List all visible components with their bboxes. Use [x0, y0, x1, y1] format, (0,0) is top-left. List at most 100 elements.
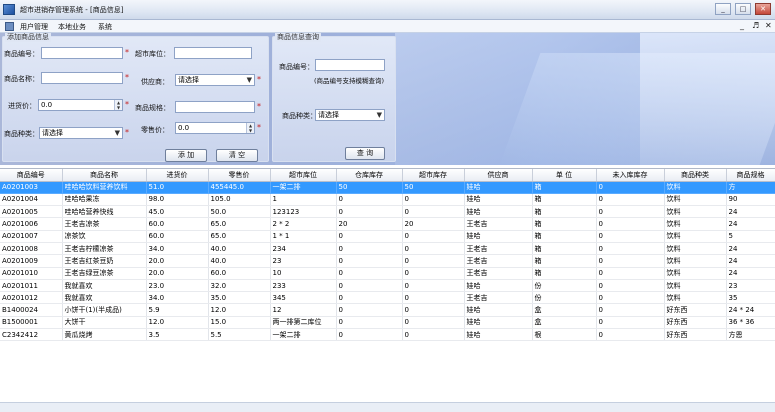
- table-cell[interactable]: 15.0: [208, 316, 271, 330]
- table-cell[interactable]: 234: [270, 242, 337, 256]
- table-cell[interactable]: 0: [596, 291, 665, 305]
- table-cell[interactable]: 箱: [532, 254, 597, 268]
- column-header[interactable]: 超市库位: [270, 169, 337, 182]
- table-cell[interactable]: 40.0: [208, 254, 271, 268]
- table-cell[interactable]: A0201008: [0, 242, 63, 256]
- table-cell[interactable]: 0: [336, 242, 403, 256]
- table-cell[interactable]: 盒: [532, 316, 597, 330]
- table-row[interactable]: A0201008 王老吉柠檬凉茶 34.0 40.0 234 0 0 王老吉箱 0 饮料 24: [0, 242, 775, 256]
- stepper-arrows-icon[interactable]: ▲ ▼: [114, 100, 122, 110]
- table-cell[interactable]: 0: [596, 217, 665, 231]
- table-cell[interactable]: 方: [726, 181, 775, 194]
- table-cell[interactable]: 5: [726, 230, 775, 243]
- table-cell[interactable]: 60.0: [146, 230, 209, 243]
- table-cell[interactable]: 5.9: [146, 303, 209, 317]
- query-category-select[interactable]: 请选择 ▼: [315, 109, 385, 121]
- table-cell[interactable]: 王老吉: [464, 267, 533, 280]
- table-cell[interactable]: 王老吉: [464, 291, 533, 305]
- table-cell[interactable]: 娃哈: [464, 316, 533, 330]
- table-cell[interactable]: 65.0: [208, 217, 271, 231]
- table-cell[interactable]: 24: [726, 267, 775, 280]
- table-cell[interactable]: A0201003: [0, 181, 63, 194]
- product-name-input[interactable]: [41, 72, 123, 84]
- column-header[interactable]: 供应商: [464, 169, 533, 182]
- column-header[interactable]: 进货价: [146, 169, 209, 182]
- table-cell[interactable]: 3.5: [146, 328, 209, 342]
- table-cell[interactable]: 65.0: [208, 230, 271, 243]
- table-cell[interactable]: 0: [336, 316, 403, 330]
- table-cell[interactable]: 2 * 2: [270, 217, 337, 231]
- table-cell[interactable]: 24 * 24: [726, 303, 775, 317]
- table-cell[interactable]: 0: [402, 205, 465, 219]
- column-header[interactable]: 商品名称: [62, 169, 147, 182]
- table-cell[interactable]: 王老吉红茶豆奶: [62, 254, 147, 268]
- table-cell[interactable]: 一架二排: [270, 328, 337, 342]
- table-cell[interactable]: 50.0: [208, 205, 271, 219]
- category-select[interactable]: 请选择 ▼: [39, 127, 123, 139]
- table-cell[interactable]: 0: [596, 193, 665, 207]
- column-header[interactable]: 商品种类: [664, 169, 727, 182]
- table-cell[interactable]: 盒: [532, 303, 597, 317]
- table-cell[interactable]: 好东西: [664, 303, 727, 317]
- maximize-button[interactable]: □: [735, 3, 751, 15]
- shelf-input[interactable]: [174, 47, 252, 59]
- table-cell[interactable]: 0: [596, 230, 665, 243]
- table-cell[interactable]: 饮料: [664, 267, 727, 280]
- table-cell[interactable]: 0: [402, 267, 465, 280]
- column-header[interactable]: 超市库存: [402, 169, 465, 182]
- table-cell[interactable]: 好东西: [664, 328, 727, 342]
- table-cell[interactable]: 34.0: [146, 242, 209, 256]
- table-cell[interactable]: 箱: [532, 181, 597, 194]
- table-cell[interactable]: 黄瓜烧烤: [62, 328, 147, 342]
- table-cell[interactable]: 10: [270, 267, 337, 280]
- column-header[interactable]: 商品规格: [726, 169, 775, 182]
- table-row[interactable]: B1500001 大饼干 12.0 15.0 两一排第二库位 0 0 娃哈盒 0 好东西 36 * …: [0, 316, 775, 330]
- supplier-select[interactable]: 请选择 ▼: [175, 74, 255, 86]
- table-cell[interactable]: 0: [402, 193, 465, 207]
- table-cell[interactable]: 0: [596, 181, 665, 194]
- table-cell[interactable]: 0: [402, 242, 465, 256]
- table-cell[interactable]: 王老吉: [464, 217, 533, 231]
- table-cell[interactable]: 份: [532, 279, 597, 293]
- table-row[interactable]: A0201003 哇哈哈饮料营养饮料 51.0 455445.0 一架二排 50 50 娃哈箱…: [0, 181, 775, 194]
- table-cell[interactable]: 0: [336, 267, 403, 280]
- table-cell[interactable]: 0: [336, 193, 403, 207]
- table-cell[interactable]: 35.0: [208, 291, 271, 305]
- column-header[interactable]: 未入库库存: [596, 169, 665, 182]
- table-cell[interactable]: 箱: [532, 193, 597, 207]
- table-cell[interactable]: A0201007: [0, 230, 63, 243]
- table-cell[interactable]: 90: [726, 193, 775, 207]
- table-cell[interactable]: 0: [336, 328, 403, 342]
- table-cell[interactable]: 0: [402, 291, 465, 305]
- table-cell[interactable]: 12.0: [208, 303, 271, 317]
- menu-local-business[interactable]: 本地业务: [58, 22, 86, 32]
- table-cell[interactable]: 0: [336, 291, 403, 305]
- table-cell[interactable]: 123123: [270, 205, 337, 219]
- table-cell[interactable]: 0: [336, 254, 403, 268]
- query-product-id-input[interactable]: [315, 59, 385, 71]
- table-cell[interactable]: 0: [596, 316, 665, 330]
- menu-user-management[interactable]: 用户管理: [20, 22, 48, 32]
- spec-input[interactable]: [175, 101, 255, 113]
- table-row[interactable]: A0201004 哇哈哈果冻 98.0 105.0 1 0 0 娃哈箱 0 饮料 90: [0, 193, 775, 207]
- table-cell[interactable]: 王老吉绿豆凉茶: [62, 267, 147, 280]
- table-cell[interactable]: 王老吉: [464, 254, 533, 268]
- product-id-input[interactable]: [41, 47, 123, 59]
- table-cell[interactable]: 24: [726, 217, 775, 231]
- table-cell[interactable]: 0: [596, 279, 665, 293]
- close-button[interactable]: ✕: [755, 3, 771, 15]
- table-cell[interactable]: 45.0: [146, 205, 209, 219]
- table-cell[interactable]: 饮料: [664, 291, 727, 305]
- table-cell[interactable]: 105.0: [208, 193, 271, 207]
- table-cell[interactable]: 36 * 36: [726, 316, 775, 330]
- table-cell[interactable]: 娃哈: [464, 230, 533, 243]
- table-cell[interactable]: 0: [402, 303, 465, 317]
- table-cell[interactable]: 我就喜欢: [62, 279, 147, 293]
- table-cell[interactable]: 50: [402, 181, 465, 194]
- table-cell[interactable]: 23.0: [146, 279, 209, 293]
- table-cell[interactable]: 好东西: [664, 316, 727, 330]
- table-cell[interactable]: 娃哈: [464, 279, 533, 293]
- table-cell[interactable]: 饮料: [664, 217, 727, 231]
- table-cell[interactable]: 大饼干: [62, 316, 147, 330]
- table-cell[interactable]: 24: [726, 242, 775, 256]
